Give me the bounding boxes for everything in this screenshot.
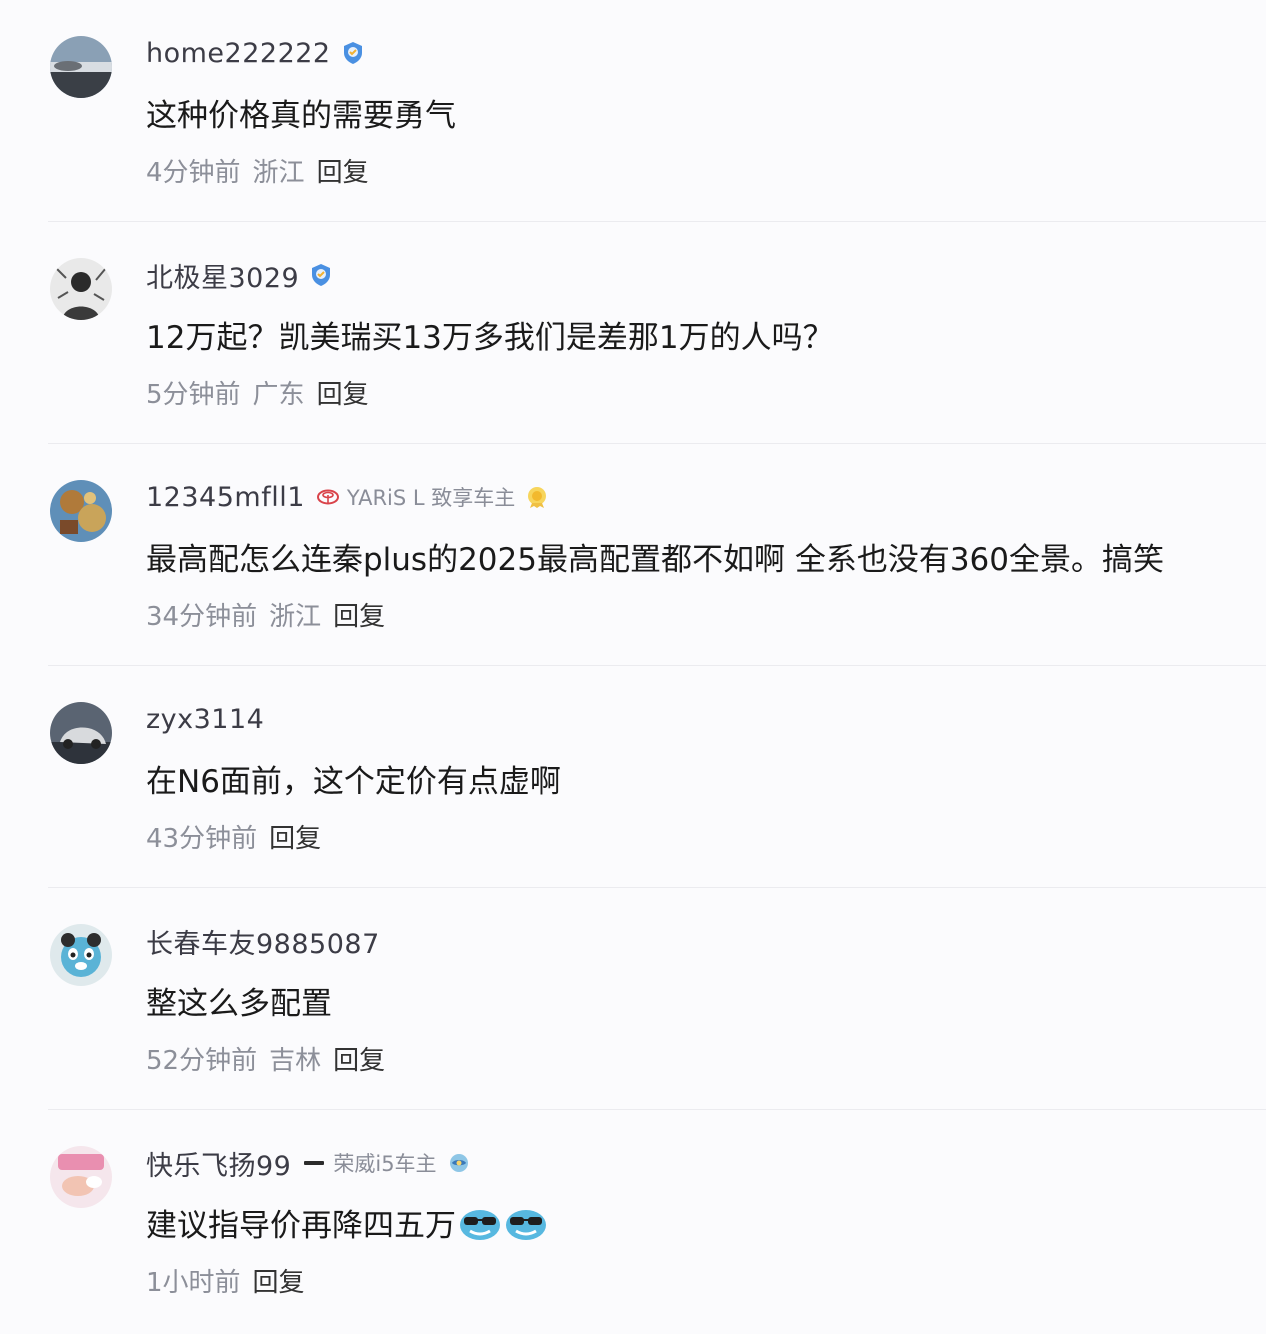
toyota-logo-icon	[316, 489, 339, 505]
comment-meta: 1小时前 回复	[146, 1262, 317, 1299]
verified-badge-icon	[312, 264, 331, 286]
comment-time: 5分钟前	[146, 380, 241, 410]
comment-meta: 52分钟前 吉林 回复	[146, 1040, 397, 1077]
comment-time: 4分钟前	[146, 158, 241, 188]
comment-text: 在N6面前，这个定价有点虚啊	[146, 764, 561, 800]
username[interactable]: 12345mfll1	[146, 482, 305, 513]
comment-item: 12345mfll1 YARiS L 致享车主 最高配怎么连秦plus的2025…	[0, 444, 1266, 666]
comment-item: 北极星3029 12万起？凯美瑞买13万多我们是差那1万的人吗？ 5分钟前 广东…	[0, 222, 1266, 444]
verified-badge-icon	[343, 42, 362, 64]
blue-medal-icon	[449, 1154, 468, 1172]
username[interactable]: 快乐飞扬99	[146, 1144, 291, 1183]
comment-text: 最高配怎么连秦plus的2025最高配置都不如啊 全系也没有360全景。搞笑	[146, 542, 1165, 578]
reply-button[interactable]: 回复	[253, 1262, 305, 1299]
comment-location: 广东	[252, 380, 305, 410]
comment-item: home222222 这种价格真的需要勇气 4分钟前 浙江 回复	[0, 0, 1266, 222]
car-owner-badge: 荣威i5车主	[303, 1148, 470, 1178]
comment-text: 12万起？凯美瑞买13万多我们是差那1万的人吗？	[146, 320, 834, 356]
comment-time: 34分钟前	[146, 602, 258, 632]
sunglasses-emoji-icon	[506, 1209, 546, 1240]
reply-button[interactable]: 回复	[333, 596, 385, 633]
comment-meta: 5分钟前 广东 回复	[146, 374, 381, 411]
car-badge-label: 荣威i5车主	[333, 1152, 437, 1176]
reply-button[interactable]: 回复	[317, 374, 369, 411]
gold-medal-icon	[528, 487, 547, 508]
reply-button[interactable]: 回复	[317, 152, 369, 189]
comment-location: 浙江	[269, 602, 322, 632]
user-avatar[interactable]	[50, 702, 112, 764]
username[interactable]: 北极星3029	[146, 256, 299, 295]
comment-meta: 4分钟前 浙江 回复	[146, 152, 381, 189]
comment-time: 52分钟前	[146, 1046, 258, 1076]
comment-location: 吉林	[269, 1046, 322, 1076]
comment-item: 快乐飞扬99 荣威i5车主 建议指导价再降四五万 1小时前 回复	[0, 1110, 1266, 1332]
comment-text: 建议指导价再降四五万	[146, 1200, 548, 1245]
reply-button[interactable]: 回复	[269, 818, 321, 855]
comment-text: 这种价格真的需要勇气	[146, 98, 456, 134]
username[interactable]: home222222	[146, 38, 331, 69]
reply-button[interactable]: 回复	[333, 1040, 385, 1077]
comment-meta: 43分钟前 回复	[146, 818, 333, 855]
comment-meta: 34分钟前 浙江 回复	[146, 596, 397, 633]
user-avatar[interactable]	[50, 924, 112, 986]
comment-text-body: 建议指导价再降四五万	[146, 1208, 456, 1244]
user-avatar[interactable]	[50, 1146, 112, 1208]
car-owner-badge: YARiS L 致享车主	[316, 482, 549, 512]
comment-item: 长春车友9885087 整这么多配置 52分钟前 吉林 回复	[0, 888, 1266, 1110]
car-badge-label: YARiS L 致享车主	[346, 486, 516, 510]
comment-time: 43分钟前	[146, 824, 258, 854]
username[interactable]: 长春车友9885087	[146, 922, 380, 961]
comment-text: 整这么多配置	[146, 986, 332, 1022]
user-avatar[interactable]	[50, 258, 112, 320]
sunglasses-emoji-icon	[460, 1209, 500, 1240]
username[interactable]: zyx3114	[146, 704, 264, 735]
roewe-logo-icon	[304, 1161, 325, 1165]
comment-item: zyx3114 在N6面前，这个定价有点虚啊 43分钟前 回复	[0, 666, 1266, 888]
user-avatar[interactable]	[50, 480, 112, 542]
user-avatar[interactable]	[50, 36, 112, 98]
comment-location: 浙江	[252, 158, 305, 188]
comment-time: 1小时前	[146, 1268, 241, 1298]
